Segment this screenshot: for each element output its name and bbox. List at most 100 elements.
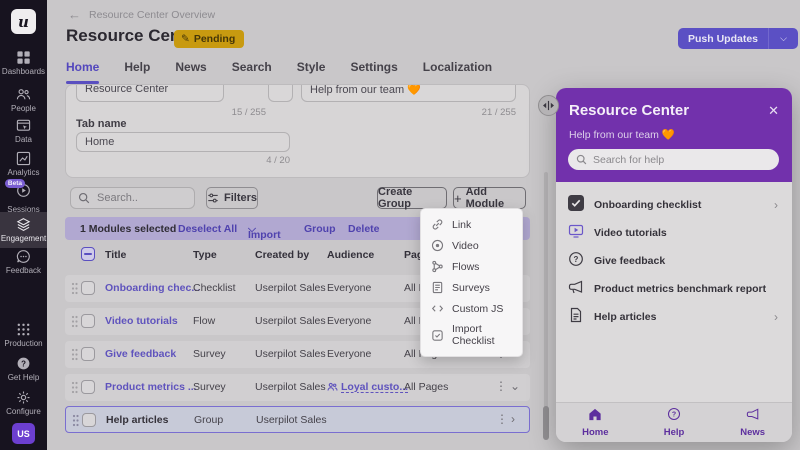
preview-drag-handle[interactable] xyxy=(538,95,559,116)
sidebar-item-people[interactable]: People xyxy=(0,87,47,113)
col-title: Title xyxy=(105,249,126,261)
menu-item-custom-js[interactable]: Custom JS xyxy=(421,298,522,319)
preview-item-help-articles[interactable]: Help articles › xyxy=(556,303,792,331)
menu-item-link[interactable]: Link xyxy=(421,214,522,235)
group-button[interactable]: Group xyxy=(304,223,336,235)
chevron-right-icon: › xyxy=(774,198,778,212)
menu-item-surveys[interactable]: Surveys xyxy=(421,277,522,298)
push-updates-button[interactable]: Push Updates ⌵ xyxy=(678,28,798,49)
row-checkbox[interactable] xyxy=(81,281,95,295)
import-checklist-icon xyxy=(431,329,444,342)
preview-item-product-metrics[interactable]: Product metrics benchmark report xyxy=(556,275,792,303)
row-checkbox[interactable] xyxy=(82,413,96,427)
menu-item-video[interactable]: Video xyxy=(421,235,522,256)
chevron-right-icon[interactable]: › xyxy=(511,412,515,426)
scrollbar-track[interactable] xyxy=(544,172,548,430)
row-menu-icon[interactable]: ⋮ xyxy=(495,379,507,393)
get-help-icon: ? xyxy=(0,356,47,371)
document-icon xyxy=(568,307,584,328)
drag-handle-icon[interactable] xyxy=(72,414,79,432)
video-icon xyxy=(431,239,444,252)
tab-settings[interactable]: Settings xyxy=(350,60,397,83)
preview-nav-home[interactable]: Home xyxy=(556,403,635,442)
preview-item-give-feedback[interactable]: ? Give feedback xyxy=(556,247,792,275)
push-updates-caret[interactable]: ⌵ xyxy=(768,28,798,49)
userpilot-logo[interactable]: u xyxy=(11,9,36,34)
row-checkbox[interactable] xyxy=(81,347,95,361)
filters-button[interactable]: Filters xyxy=(206,187,258,209)
drag-handle-icon[interactable] xyxy=(71,315,78,333)
sidebar-item-dashboards[interactable]: Dashboards xyxy=(0,50,47,76)
user-avatar[interactable]: US xyxy=(12,423,35,444)
select-all-checkbox[interactable] xyxy=(81,247,95,261)
row-checkbox[interactable] xyxy=(81,314,95,328)
menu-item-flows[interactable]: Flows xyxy=(421,256,522,277)
tab-news[interactable]: News xyxy=(175,60,206,83)
engagement-icon xyxy=(0,217,47,232)
preview-title: Resource Center xyxy=(569,102,689,119)
search-icon xyxy=(576,154,587,165)
deselect-all-button[interactable]: Deselect All xyxy=(178,223,237,235)
dashboards-icon xyxy=(0,50,47,65)
preview-bottom-nav: Home ? Help News xyxy=(556,402,792,442)
import-button[interactable]: Import ⌵ xyxy=(248,223,256,236)
sidebar-item-feedback[interactable]: Feedback xyxy=(0,249,47,275)
tab-home[interactable]: Home xyxy=(66,60,99,83)
col-type: Type xyxy=(193,249,217,261)
back-arrow-icon[interactable]: ← xyxy=(68,7,81,22)
rc-subtitle-input[interactable] xyxy=(301,84,516,102)
module-search xyxy=(70,187,195,209)
row-checkbox[interactable] xyxy=(81,380,95,394)
tab-localization[interactable]: Localization xyxy=(423,60,492,83)
drag-handle-icon[interactable] xyxy=(71,282,78,300)
drag-handle-icon[interactable] xyxy=(71,348,78,366)
megaphone-icon xyxy=(568,279,584,300)
subtitle-char-counter: 21 / 255 xyxy=(301,107,516,118)
checklist-icon xyxy=(568,195,584,216)
flows-icon xyxy=(431,260,444,273)
row-menu-icon[interactable]: ⋮ xyxy=(496,412,508,426)
name-char-counter: 15 / 255 xyxy=(76,107,266,118)
svg-text:?: ? xyxy=(574,255,579,264)
sidebar: u Dashboards People Data Analytics Beta … xyxy=(0,0,47,450)
sidebar-item-data[interactable]: Data xyxy=(0,118,47,144)
add-module-button[interactable]: + Add Module xyxy=(453,187,526,209)
col-audience: Audience xyxy=(327,249,374,261)
sidebar-item-get-help[interactable]: ? Get Help xyxy=(0,356,47,382)
chevron-down-icon[interactable]: ⌄ xyxy=(510,379,520,393)
table-row[interactable]: Product metrics ... Survey Userpilot Sal… xyxy=(65,374,530,401)
add-module-menu: Link Video Flows Surveys Custom JS Impor… xyxy=(420,208,523,357)
preview-nav-news[interactable]: News xyxy=(713,403,792,442)
create-group-button[interactable]: Create Group xyxy=(377,187,447,209)
preview-search-input[interactable] xyxy=(568,149,779,170)
sidebar-item-analytics[interactable]: Analytics xyxy=(0,151,47,177)
preview-item-onboarding-checklist[interactable]: Onboarding checklist › xyxy=(556,191,792,219)
drag-handle-icon[interactable] xyxy=(71,381,78,399)
preview-item-video-tutorials[interactable]: Video tutorials xyxy=(556,219,792,247)
sidebar-item-configure[interactable]: Configure xyxy=(0,390,47,416)
sidebar-item-sessions[interactable]: Beta Sessions xyxy=(0,183,47,214)
delete-button[interactable]: Delete xyxy=(348,223,380,235)
emoji-picker-button[interactable] xyxy=(268,84,293,102)
sidebar-item-production[interactable]: Production xyxy=(0,322,47,348)
audience-people-icon xyxy=(327,382,338,395)
breadcrumb[interactable]: ← Resource Center Overview xyxy=(68,7,215,22)
scrollbar-thumb[interactable] xyxy=(543,406,549,440)
help-icon: ? xyxy=(667,407,681,426)
sidebar-item-engagement[interactable]: Engagement xyxy=(0,212,47,248)
close-icon[interactable]: ✕ xyxy=(768,103,779,119)
home-icon xyxy=(588,408,602,426)
tab-style[interactable]: Style xyxy=(297,60,326,83)
tab-name-input[interactable] xyxy=(76,132,290,152)
question-icon: ? xyxy=(568,251,584,272)
search-icon xyxy=(78,192,90,204)
analytics-icon xyxy=(0,151,47,166)
table-row-selected[interactable]: Help articles Group Userpilot Sales ⋮ › xyxy=(65,406,530,433)
tab-help[interactable]: Help xyxy=(124,60,150,83)
settings-form-card: 15 / 255 21 / 255 Tab name 4 / 20 xyxy=(65,84,530,178)
feedback-icon xyxy=(0,249,47,264)
tab-search[interactable]: Search xyxy=(232,60,272,83)
rc-name-input[interactable] xyxy=(76,84,224,102)
menu-item-import-checklist[interactable]: Import Checklist xyxy=(421,319,522,351)
preview-nav-help[interactable]: ? Help xyxy=(635,403,714,442)
